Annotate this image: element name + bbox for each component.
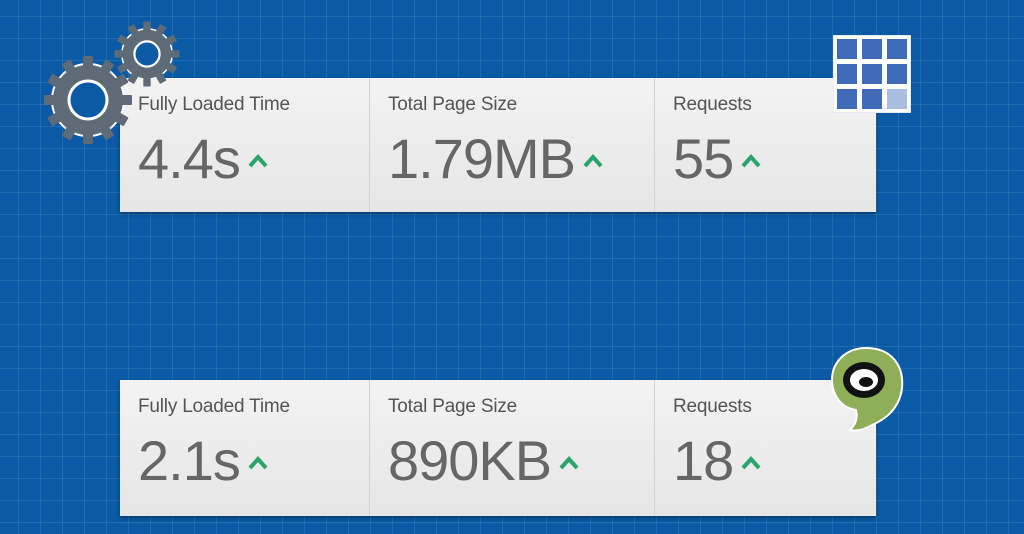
metrics-panel-top: Fully Loaded Time 4.4s Total Page Size 1…: [120, 78, 876, 212]
metric-label: Total Page Size: [388, 94, 518, 115]
total-page-size-value: 1.79MB: [388, 127, 576, 190]
chevron-up-icon: [741, 455, 761, 469]
metric-value: 55: [673, 126, 761, 191]
total-page-size-metric: Total Page Size 1.79MB: [370, 78, 655, 212]
page: { "comparison": [ { "fully_loaded": {"la…: [0, 0, 1024, 534]
metric-value: 18: [673, 428, 761, 493]
requests-value: 55: [673, 127, 734, 190]
blue-grid-logo-icon: [833, 35, 911, 113]
green-ear-logo-icon: [830, 346, 904, 432]
fully-loaded-time-value: 2.1s: [138, 429, 241, 492]
metric-value: 2.1s: [138, 428, 268, 493]
fully-loaded-time-metric: Fully Loaded Time 2.1s: [120, 380, 370, 516]
gears-icon: [44, 21, 180, 144]
chevron-up-icon: [741, 153, 761, 167]
metric-value: 890KB: [388, 428, 579, 493]
chevron-up-icon: [583, 153, 603, 167]
metric-label: Total Page Size: [388, 396, 518, 417]
metric-label: Fully Loaded Time: [138, 396, 290, 417]
metric-label: Requests: [673, 94, 752, 115]
total-page-size-value: 890KB: [388, 429, 552, 492]
metric-value: 1.79MB: [388, 126, 603, 191]
chevron-up-icon: [559, 455, 579, 469]
chevron-up-icon: [248, 153, 268, 167]
metric-label: Requests: [673, 396, 752, 417]
total-page-size-metric: Total Page Size 890KB: [370, 380, 655, 516]
metrics-panel-bottom: Fully Loaded Time 2.1s Total Page Size 8…: [120, 380, 876, 516]
chevron-up-icon: [248, 455, 268, 469]
requests-value: 18: [673, 429, 734, 492]
